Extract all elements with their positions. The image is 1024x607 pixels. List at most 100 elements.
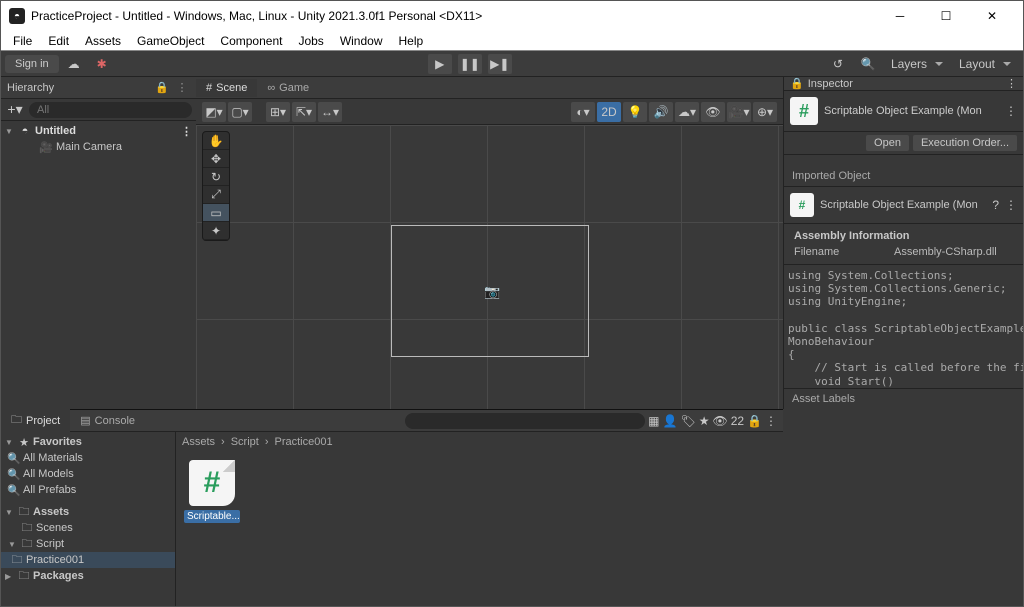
script-icon: # [790, 193, 814, 217]
gameobject-row[interactable]: 🎥 Main Camera [1, 139, 196, 155]
tab-console[interactable]: ▤Console [70, 411, 145, 430]
execution-order-button[interactable]: Execution Order... [913, 135, 1017, 151]
favorite-item[interactable]: 🔍All Models [1, 466, 175, 482]
maximize-button[interactable]: ☐ [923, 1, 969, 31]
audio-toggle[interactable]: 🔊 [649, 102, 673, 122]
favorite-filter-icon[interactable]: 👤 [663, 414, 678, 428]
camera-button[interactable]: 🎥▾ [727, 102, 751, 122]
signin-button[interactable]: Sign in [5, 55, 59, 73]
packages-label: Packages [33, 570, 84, 582]
save-search-icon[interactable]: ★ [699, 414, 710, 428]
assembly-filename-key: Filename [794, 246, 894, 258]
minimize-button[interactable]: ─ [877, 1, 923, 31]
kebab-icon[interactable]: ⋮ [1006, 77, 1017, 90]
folder-row[interactable]: ▼🗀Script [1, 536, 175, 552]
hierarchy-search-input[interactable] [29, 102, 192, 118]
draw-mode-button[interactable]: ▢▾ [228, 102, 252, 122]
2d-toggle[interactable]: 2D [597, 102, 621, 122]
search-icon: 🔍 [8, 452, 20, 464]
layers-dropdown[interactable]: Layers [885, 55, 949, 73]
menu-help[interactable]: Help [391, 32, 432, 50]
pause-button[interactable]: ❚❚ [458, 54, 482, 74]
favorite-item[interactable]: 🔍All Prefabs [1, 482, 175, 498]
search-icon: 🔍 [8, 468, 20, 480]
tab-game[interactable]: ∞Game [257, 79, 319, 97]
script-preview: using System.Collections; using System.C… [784, 265, 1023, 388]
hand-tool[interactable]: ✋ [203, 132, 229, 150]
breadcrumb-item[interactable]: Script [231, 436, 259, 448]
hidden-icon[interactable]: 👁 [712, 414, 727, 428]
kebab-icon[interactable]: ⋮ [1005, 104, 1017, 118]
titlebar: ◓ PracticeProject - Untitled - Windows, … [1, 1, 1023, 31]
shading-mode-button[interactable]: ◩▾ [202, 102, 226, 122]
console-icon: ▤ [80, 414, 90, 427]
undo-history-icon[interactable]: ↺ [825, 54, 851, 74]
menu-edit[interactable]: Edit [40, 32, 77, 50]
scene-view[interactable]: ✋ ✥ ↻ ⤢ ▭ ✦ 📷 [196, 125, 783, 409]
breadcrumb-item[interactable]: Practice001 [274, 436, 332, 448]
caret-down-icon: ▼ [5, 508, 15, 517]
cloud-icon[interactable]: ☁ [61, 54, 87, 74]
open-button[interactable]: Open [866, 135, 909, 151]
rotate-tool[interactable]: ↻ [203, 168, 229, 186]
lock-icon[interactable]: 🔒 [790, 77, 804, 90]
lighting-toggle[interactable]: 💡 [623, 102, 647, 122]
inspector-title: Inspector [808, 78, 853, 90]
breadcrumb-item[interactable]: Assets [182, 436, 215, 448]
caret-down-icon: ▼ [5, 438, 15, 447]
skybox-toggle[interactable]: ◐▾ [571, 102, 595, 122]
favorite-item[interactable]: 🔍All Materials [1, 450, 175, 466]
close-button[interactable]: ✕ [969, 1, 1015, 31]
hidden-count: 22 [731, 414, 744, 428]
fx-toggle[interactable]: ☁▾ [675, 102, 699, 122]
kebab-icon[interactable]: ⋮ [174, 80, 190, 96]
inspector-header: 🔒 Inspector ⋮ [784, 77, 1023, 91]
play-button[interactable]: ▶ [428, 54, 452, 74]
camera-gizmo-icon[interactable]: 📷 [484, 284, 500, 300]
tool-handle-button[interactable]: ↔▾ [318, 102, 342, 122]
help-icon[interactable]: ? [992, 198, 999, 212]
packages-row[interactable]: ▶🗀Packages [1, 568, 175, 584]
folder-icon: 🗀 [18, 570, 30, 582]
bug-icon[interactable]: ✱ [89, 54, 115, 74]
visibility-toggle[interactable]: 👁 [701, 102, 725, 122]
asset-label: Scriptable... [184, 510, 240, 523]
step-button[interactable]: ▶❚ [488, 54, 512, 74]
move-tool[interactable]: ✥ [203, 150, 229, 168]
gizmos-button[interactable]: ⊕▾ [753, 102, 777, 122]
layout-dropdown[interactable]: Layout [953, 55, 1017, 73]
search-filter-icon[interactable]: ▦ [648, 414, 659, 428]
menu-gameobject[interactable]: GameObject [129, 32, 212, 50]
menu-window[interactable]: Window [332, 32, 391, 50]
hierarchy-add-button[interactable]: +▾ [5, 101, 25, 118]
menu-jobs[interactable]: Jobs [290, 32, 331, 50]
search-icon[interactable]: 🔍 [855, 54, 881, 74]
favorites-row[interactable]: ▼ ★ Favorites [1, 434, 175, 450]
menu-component[interactable]: Component [212, 32, 290, 50]
tab-project[interactable]: 🗀Project [1, 408, 70, 433]
project-search-input[interactable] [405, 413, 645, 429]
snap-increment-button[interactable]: ⇱▾ [292, 102, 316, 122]
asset-item[interactable]: # Scriptable... [184, 460, 240, 523]
scale-tool[interactable]: ⤢ [203, 186, 229, 204]
lock-icon[interactable]: 🔒 [747, 414, 762, 428]
kebab-icon[interactable]: ⋮ [1005, 198, 1017, 212]
grid-snap-button[interactable]: ⊞▾ [266, 102, 290, 122]
unity-icon: ◓ [9, 8, 25, 24]
tab-scene[interactable]: #Scene [196, 79, 257, 97]
favorites-label: Favorites [33, 436, 82, 448]
gameobject-name: Main Camera [56, 141, 122, 153]
game-tab-icon: ∞ [267, 82, 275, 94]
kebab-icon[interactable]: ⋮ [181, 125, 192, 138]
star-icon: ★ [18, 436, 30, 448]
menu-file[interactable]: File [5, 32, 40, 50]
rect-tool[interactable]: ▭ [203, 204, 229, 222]
kebab-icon[interactable]: ⋮ [765, 414, 777, 428]
assembly-filename-value: Assembly-CSharp.dll [894, 246, 997, 258]
transform-tool[interactable]: ✦ [203, 222, 229, 240]
lock-icon[interactable]: 🔒 [154, 80, 170, 96]
scene-row[interactable]: ▼ ◓ Untitled ⋮ [1, 123, 196, 139]
menubar: File Edit Assets GameObject Component Jo… [1, 31, 1023, 51]
menu-assets[interactable]: Assets [77, 32, 129, 50]
label-filter-icon[interactable]: 🏷 [680, 414, 695, 428]
